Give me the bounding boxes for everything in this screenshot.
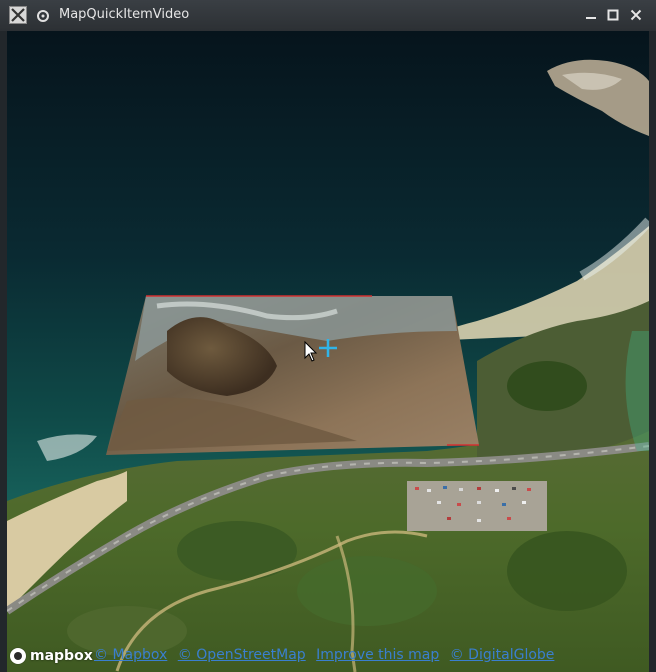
app-window: MapQuickItemVideo mapbox © Mapbox © Open… bbox=[0, 0, 656, 672]
attribution-link-improve-map[interactable]: Improve this map bbox=[316, 647, 439, 663]
attribution-link-digitalglobe[interactable]: © DigitalGlobe bbox=[450, 647, 555, 663]
mapbox-logo-icon bbox=[10, 648, 26, 664]
mapbox-logo[interactable]: mapbox bbox=[10, 647, 93, 665]
map-attribution: mapbox © Mapbox © OpenStreetMap Improve … bbox=[7, 646, 649, 668]
mapbox-logo-text: mapbox bbox=[30, 648, 93, 664]
x-app-icon[interactable] bbox=[9, 6, 27, 24]
title-bar[interactable]: MapQuickItemVideo bbox=[0, 0, 656, 32]
video-frame-overlay[interactable] bbox=[106, 295, 479, 455]
window-title: MapQuickItemVideo bbox=[59, 7, 190, 22]
maximize-button[interactable] bbox=[604, 6, 622, 24]
satellite-map[interactable] bbox=[7, 31, 649, 672]
attribution-links: © Mapbox © OpenStreetMap Improve this ma… bbox=[94, 647, 560, 663]
maximize-icon bbox=[607, 9, 619, 21]
close-icon bbox=[630, 9, 642, 21]
minimize-icon bbox=[586, 17, 596, 19]
window-border-left bbox=[0, 31, 7, 672]
window-border-right bbox=[649, 31, 656, 672]
pin-icon[interactable] bbox=[36, 8, 50, 22]
attribution-link-mapbox[interactable]: © Mapbox bbox=[94, 647, 167, 663]
attribution-link-openstreetmap[interactable]: © OpenStreetMap bbox=[178, 647, 306, 663]
map-view[interactable] bbox=[7, 31, 649, 672]
close-button[interactable] bbox=[627, 6, 645, 24]
minimize-button[interactable] bbox=[582, 6, 600, 24]
